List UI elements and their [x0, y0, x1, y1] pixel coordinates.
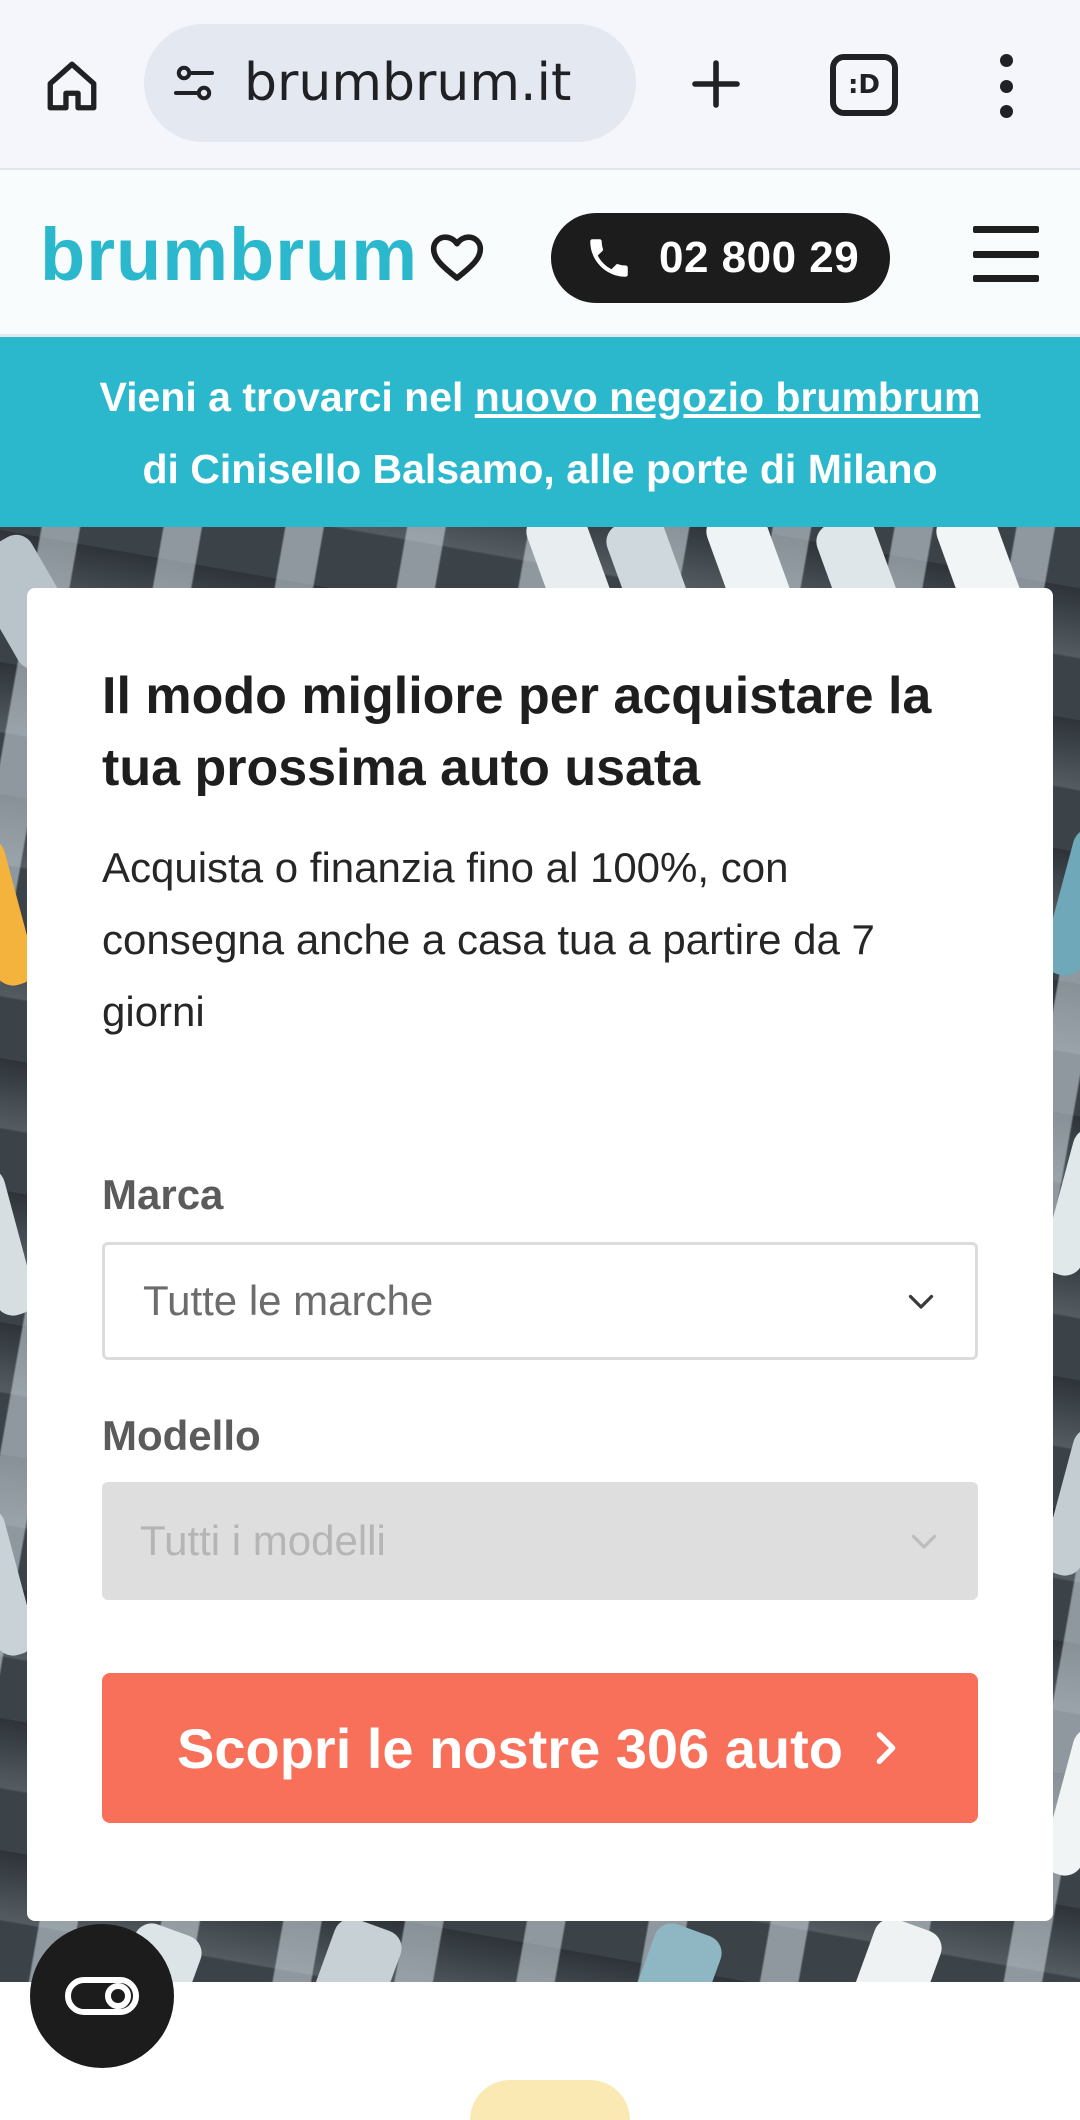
tab-switcher-badge: :D: [848, 70, 880, 100]
plus-icon: [692, 60, 740, 108]
phone-number: 02 800 29: [659, 233, 860, 282]
store-promo-banner: Vieni a trovarci nel nuovo negozio brumb…: [0, 337, 1080, 527]
new-store-link[interactable]: nuovo negozio brumbrum: [475, 374, 981, 420]
discover-cars-button[interactable]: Scopri le nostre 306 auto: [102, 1673, 978, 1823]
promo-text: Vieni a trovarci nel: [99, 374, 475, 420]
promo-line-2: di Cinisello Balsamo, alle porte di Mila…: [142, 446, 938, 492]
home-icon: [47, 61, 97, 111]
phone-icon: [581, 230, 637, 286]
favorites-button[interactable]: [426, 228, 488, 286]
tune-icon[interactable]: [168, 57, 220, 109]
model-select-value: Tutti i modelli: [140, 1517, 386, 1564]
model-select: Tutti i modelli: [102, 1482, 978, 1600]
next-section-graphic: [470, 2080, 630, 2120]
new-tab-button[interactable]: [680, 44, 752, 124]
chevron-right-icon: [869, 1728, 903, 1768]
discover-cars-label: Scopri le nostre 306 auto: [177, 1716, 843, 1780]
home-button[interactable]: [36, 50, 108, 122]
chevron-down-icon: [908, 1294, 934, 1309]
promo-line-1: Vieni a trovarci nel nuovo negozio brumb…: [0, 361, 1080, 433]
brand-logo[interactable]: brumbrum: [40, 210, 418, 300]
tab-switcher-button[interactable]: :D: [830, 54, 898, 116]
chevron-down-icon: [911, 1534, 937, 1549]
accessibility-button[interactable]: [30, 1924, 174, 2068]
heart-icon: [430, 234, 484, 281]
url-text: brumbrum.it: [244, 53, 572, 113]
model-label: Modello: [102, 1412, 261, 1459]
brand-select-value: Tutte le marche: [143, 1277, 434, 1324]
brand-select[interactable]: Tutte le marche: [102, 1242, 978, 1360]
more-vert-icon[interactable]: [986, 54, 1026, 118]
accessibility-toggle-icon: [65, 1977, 139, 2015]
hero-title: Il modo migliore per acquistare la tua p…: [102, 667, 932, 797]
brand-label: Marca: [102, 1171, 224, 1218]
address-bar[interactable]: brumbrum.it: [144, 24, 636, 142]
hero-subtitle: Acquista o finanzia fino al 100%, con co…: [102, 844, 875, 1035]
call-button[interactable]: 02 800 29: [551, 213, 890, 303]
hamburger-icon[interactable]: [973, 226, 1039, 282]
